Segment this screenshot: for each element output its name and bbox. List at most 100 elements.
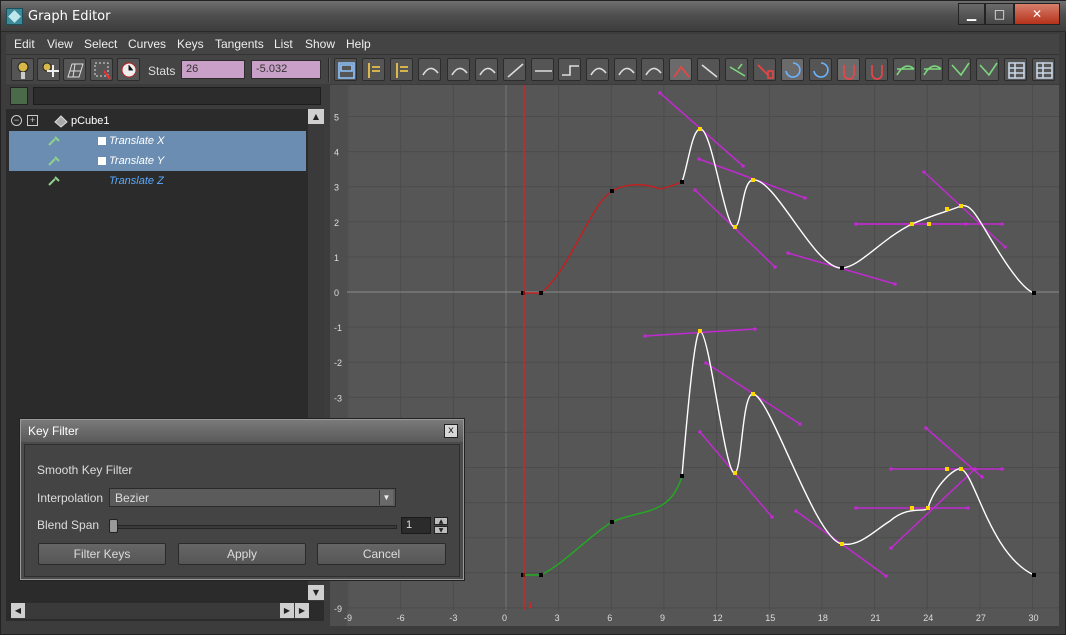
y-tick-label: -2 — [334, 358, 342, 368]
title-bar[interactable]: Graph Editor ▁ □ ✕ — [1, 1, 1066, 32]
swap-buffer-curve-button[interactable] — [641, 58, 664, 81]
tree-row-attribute[interactable]: Translate Z — [9, 171, 306, 191]
menu-view[interactable]: View — [47, 37, 73, 51]
pre-infinity-icon — [951, 62, 970, 77]
outliner-header — [6, 85, 324, 109]
pre-infinity-button[interactable] — [948, 58, 971, 81]
tree-row-object[interactable]: − + pCube1 — [9, 111, 306, 131]
auto-load-button[interactable] — [781, 58, 804, 81]
frame-playback-button[interactable] — [362, 58, 385, 81]
center-current-time-icon — [396, 63, 408, 78]
unify-tangents-button[interactable] — [697, 58, 720, 81]
post-infinity-button[interactable] — [976, 58, 999, 81]
clamped-tangent-icon — [479, 67, 496, 76]
lattice-deform-button[interactable] — [63, 58, 86, 81]
open-trax-editor-button[interactable] — [1032, 58, 1055, 81]
blend-span-stepper[interactable]: ▲ ▼ — [434, 517, 448, 534]
collapse-icon[interactable]: − — [11, 115, 22, 126]
attribute-label: Translate Y — [109, 155, 165, 167]
plateau-tangent-button[interactable] — [586, 58, 609, 81]
expand-all-icon[interactable]: + — [27, 115, 38, 126]
break-tangents-button[interactable] — [669, 58, 692, 81]
keyframe-point — [910, 222, 914, 226]
tree-row-attribute[interactable]: Translate X — [9, 131, 306, 151]
y-tick-label: 1 — [334, 253, 339, 263]
menu-keys[interactable]: Keys — [177, 37, 204, 51]
apply-button[interactable]: Apply — [178, 543, 306, 565]
region-select-button[interactable] — [90, 58, 113, 81]
time-snap-button[interactable] — [837, 58, 860, 81]
minimize-button[interactable]: ▁ — [958, 3, 985, 25]
value-snap-button[interactable] — [865, 58, 888, 81]
auto-tangent-button[interactable] — [418, 58, 441, 81]
keyframe-point — [610, 189, 614, 193]
tangent-end — [798, 422, 802, 426]
break-tangents-icon — [673, 65, 690, 78]
scroll-down-icon[interactable]: ▼ — [308, 585, 324, 600]
flat-tangent-button[interactable] — [531, 58, 554, 81]
x-tick-label: -9 — [344, 613, 352, 623]
translate-y-curve — [681, 330, 1035, 576]
menu-bar: Edit View Select Curves Keys Tangents Li… — [6, 34, 1059, 54]
menu-edit[interactable]: Edit — [14, 37, 35, 51]
interpolation-select[interactable]: Bezier ▼ — [109, 488, 396, 507]
dialog-close-button[interactable]: x — [444, 424, 458, 438]
menu-select[interactable]: Select — [84, 37, 117, 51]
dialog-title-bar[interactable]: Key Filter x — [21, 420, 463, 442]
menu-tangents[interactable]: Tangents — [215, 37, 264, 51]
menu-help[interactable]: Help — [346, 37, 371, 51]
outliner-filter-input[interactable] — [33, 87, 321, 105]
denormalize-icon — [923, 65, 942, 76]
open-trax-editor-icon — [1036, 62, 1053, 79]
linear-tangent-button[interactable] — [503, 58, 526, 81]
keyframe-point — [698, 329, 702, 333]
lock-tangent-weight-button[interactable] — [753, 58, 776, 81]
load-selected-button[interactable] — [809, 58, 832, 81]
decrement-icon[interactable]: ▼ — [434, 526, 448, 534]
x-tick-label: 24 — [923, 613, 933, 623]
insert-key-button[interactable] — [37, 58, 60, 81]
spline-tangent-button[interactable] — [447, 58, 470, 81]
scroll-right-icon[interactable]: ▶ — [280, 603, 294, 618]
keyframe-point — [926, 506, 930, 510]
keyframe-point — [840, 542, 844, 546]
denormalize-button[interactable] — [920, 58, 943, 81]
buffer-curve-snapshot-button[interactable] — [614, 58, 637, 81]
outliner-filter-icon[interactable] — [10, 87, 28, 105]
maximize-button[interactable]: □ — [985, 3, 1014, 25]
auto-tangent-icon — [422, 67, 439, 76]
blend-span-field[interactable]: 1 — [401, 517, 431, 534]
outliner-horizontal-scrollbar[interactable]: ◀ ▶ ▶ — [11, 603, 309, 619]
y-tick-label: -1 — [334, 323, 342, 333]
curve-visibility-checkbox[interactable] — [98, 157, 106, 165]
close-button[interactable]: ✕ — [1014, 3, 1060, 25]
frame-all-button[interactable] — [334, 58, 357, 81]
move-nearest-key-button[interactable] — [11, 58, 34, 81]
scroll-left-icon[interactable]: ◀ — [11, 603, 25, 618]
clamped-tangent-button[interactable] — [475, 58, 498, 81]
normalize-button[interactable] — [893, 58, 916, 81]
menu-list[interactable]: List — [274, 37, 293, 51]
free-tangent-weight-button[interactable] — [725, 58, 748, 81]
open-dope-sheet-button[interactable] — [1004, 58, 1027, 81]
curve-visibility-checkbox[interactable] — [98, 137, 106, 145]
graph-editor-window: Graph Editor ▁ □ ✕ Edit View Select Curv… — [0, 0, 1066, 635]
step-tangent-icon — [562, 65, 579, 76]
filter-keys-button[interactable]: Filter Keys — [38, 543, 166, 565]
stats-value-field[interactable]: -5.032 — [251, 60, 321, 79]
scroll-up-icon[interactable]: ▲ — [308, 109, 324, 124]
menu-show[interactable]: Show — [305, 37, 335, 51]
retime-button[interactable] — [117, 58, 140, 81]
move-nearest-key-icon — [17, 61, 29, 79]
interpolation-label: Interpolation — [37, 491, 104, 505]
menu-curves[interactable]: Curves — [128, 37, 166, 51]
slider-handle[interactable] — [109, 519, 118, 533]
scroll-right-end-icon[interactable]: ▶ — [295, 603, 309, 618]
cancel-button[interactable]: Cancel — [317, 543, 446, 565]
stats-frame-field[interactable]: 26 — [181, 60, 245, 79]
step-tangent-button[interactable] — [558, 58, 581, 81]
blend-span-slider[interactable] — [109, 516, 397, 536]
tree-row-attribute[interactable]: Translate Y — [9, 151, 306, 171]
center-current-time-button[interactable] — [390, 58, 413, 81]
increment-icon[interactable]: ▲ — [434, 517, 448, 525]
